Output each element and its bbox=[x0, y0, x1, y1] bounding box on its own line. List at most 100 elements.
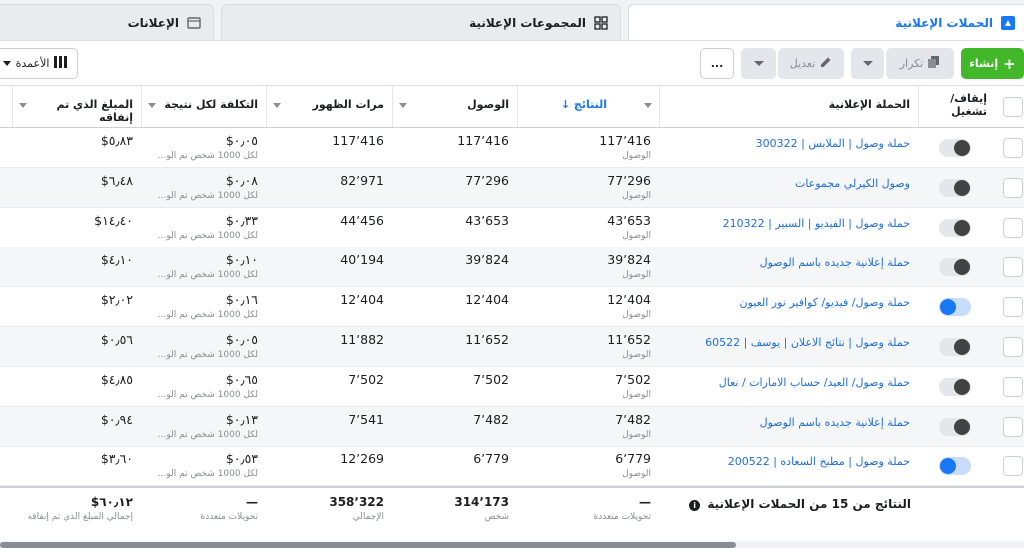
reach-value: 117٬416 bbox=[457, 133, 509, 148]
campaign-name-link[interactable]: حملة وصول | نتائج الاعلان | يوسف | 60522 bbox=[667, 336, 910, 349]
row-checkbox[interactable] bbox=[1003, 257, 1023, 278]
table-row[interactable]: حملة وصول | الملابس | 300322 117٬416 الوصو… bbox=[0, 128, 1024, 168]
table-row[interactable]: وصول الكيرلي مجموعات 77٬296 الوصول 77٬296 82… bbox=[0, 167, 1024, 208]
campaign-toggle[interactable] bbox=[939, 218, 971, 237]
header-campaign[interactable]: الحملة الإعلانية bbox=[659, 86, 918, 127]
campaign-toggle[interactable] bbox=[939, 178, 971, 197]
results-value: 7٬502 bbox=[615, 371, 651, 387]
select-all-checkbox[interactable] bbox=[1003, 97, 1023, 117]
header-cost-per-result[interactable]: التكلفة لكل نتيجة bbox=[141, 86, 266, 127]
tab-campaigns[interactable]: الحملات الإعلانية bbox=[628, 4, 1024, 41]
results-sub: الوصول bbox=[622, 429, 651, 440]
campaign-name-cell: حملة وصول | نتائج الاعلان | يوسف | 60522 bbox=[659, 327, 918, 367]
reach-value: 7٬502 bbox=[473, 371, 509, 387]
campaign-name-cell: حملة إعلانية جديده باسم الوصول bbox=[659, 247, 918, 287]
campaign-name-link[interactable]: حملة وصول/ العيد/ حساب الامارات / نعال bbox=[667, 376, 910, 389]
caret-down-icon bbox=[753, 61, 764, 66]
more-button[interactable]: ... bbox=[700, 48, 734, 79]
campaign-toggle[interactable] bbox=[939, 139, 971, 157]
campaign-name-link[interactable]: حملة وصول/ فيديو/ كوافير نور العيون bbox=[667, 296, 911, 309]
tab-adsets[interactable]: المجموعات الإعلانية bbox=[221, 4, 621, 40]
results-cell: 117٬416 الوصول bbox=[517, 128, 659, 168]
row-checkbox[interactable] bbox=[1003, 337, 1023, 357]
results-cell: 77٬296 الوصول bbox=[517, 168, 659, 208]
reach-dropdown-icon[interactable] bbox=[399, 103, 407, 108]
header-reach[interactable]: الوصول bbox=[392, 86, 517, 127]
create-button[interactable]: + إنشاء bbox=[961, 48, 1024, 79]
campaign-name-link[interactable]: حملة وصول | الفيديو | السبير | 210322 bbox=[667, 217, 910, 230]
horizontal-scrollbar[interactable] bbox=[0, 541, 1024, 548]
campaign-toggle[interactable] bbox=[939, 338, 971, 356]
spent-cell: ٤٫١٠$ bbox=[12, 247, 141, 287]
columns-button[interactable]: الأعمدة bbox=[0, 48, 78, 79]
row-checkbox[interactable] bbox=[1003, 177, 1023, 198]
row-checkbox[interactable] bbox=[1003, 376, 1023, 397]
table-row[interactable]: حملة إعلانية جديده باسم الوصول 39٬824 الوص… bbox=[0, 247, 1024, 288]
duplicate-button[interactable]: تكرار bbox=[886, 48, 954, 79]
header-results-label: النتائج bbox=[573, 98, 607, 111]
impressions-dropdown-icon[interactable] bbox=[273, 103, 281, 108]
toggle-knob bbox=[954, 179, 970, 196]
campaigns-table: إيقاف/تشغيل الحملة الإعلانية النتائج ↓ ا… bbox=[0, 85, 1024, 541]
cost-sub: لكل 1000 شخص تم الو... bbox=[157, 429, 258, 440]
campaign-toggle[interactable] bbox=[939, 457, 971, 476]
edit-dropdown[interactable] bbox=[741, 48, 776, 79]
tab-ads[interactable]: الإعلانات bbox=[0, 4, 214, 40]
row-checkbox[interactable] bbox=[1003, 456, 1023, 477]
duplicate-label: تكرار bbox=[899, 57, 924, 70]
spent-dropdown-icon[interactable] bbox=[19, 103, 27, 108]
results-sub: الوصول bbox=[622, 270, 651, 281]
table-row[interactable]: حملة وصول | مطبخ السعاده | 200522 6٬779 ال… bbox=[0, 446, 1024, 487]
campaign-name-link[interactable]: حملة إعلانية جديده باسم الوصول bbox=[667, 256, 910, 269]
campaign-toggle[interactable] bbox=[939, 298, 971, 317]
table-row[interactable]: حملة وصول/ العيد/ حساب الامارات / نعال 7٬… bbox=[0, 367, 1024, 407]
reach-cell: 12٬404 bbox=[392, 287, 517, 327]
campaign-toggle[interactable] bbox=[939, 417, 971, 436]
campaign-toggle[interactable] bbox=[939, 258, 971, 277]
reach-cell: 43٬653 bbox=[392, 208, 517, 248]
table-row[interactable]: حملة وصول/ فيديو/ كوافير نور العيون 12٬40… bbox=[0, 287, 1024, 328]
header-onoff[interactable]: إيقاف/تشغيل bbox=[918, 86, 995, 127]
results-cell: 7٬482 الوصول bbox=[517, 407, 659, 447]
campaign-name-link[interactable]: حملة وصول | مطبخ السعاده | 200522 bbox=[667, 455, 910, 468]
footer-results-value: — bbox=[639, 495, 651, 509]
toggle-knob bbox=[954, 259, 970, 276]
reach-cell: 39٬824 bbox=[392, 247, 517, 287]
cost-dropdown-icon[interactable] bbox=[148, 103, 156, 108]
header-amount-spent[interactable]: المبلغ الذي تم إنفاقه bbox=[12, 86, 141, 127]
duplicate-dropdown[interactable] bbox=[851, 48, 884, 79]
spent-value: ١٤٫٤٠$ bbox=[94, 212, 133, 228]
footer-cost-sub: تحويلات متعددة bbox=[200, 512, 259, 522]
campaign-name-link[interactable]: وصول الكيرلي مجموعات bbox=[667, 177, 910, 190]
cost-sub: لكل 1000 شخص تم الو... bbox=[157, 310, 258, 321]
cost-cell: ٠٫٠٥$ لكل 1000 شخص تم الو... bbox=[141, 327, 266, 367]
row-checkbox[interactable] bbox=[1003, 138, 1023, 158]
row-checkbox[interactable] bbox=[1003, 297, 1023, 318]
impressions-value: 7٬541 bbox=[348, 411, 384, 427]
spent-value: ٣٫٦٠$ bbox=[100, 451, 133, 467]
campaign-name-link[interactable]: حملة وصول | الملابس | 300322 bbox=[667, 137, 910, 150]
table-row[interactable]: حملة إعلانية جديده باسم الوصول 7٬482 الوصو… bbox=[0, 406, 1024, 447]
reach-value: 7٬482 bbox=[473, 411, 509, 427]
table-row[interactable]: حملة وصول | الفيديو | السبير | 210322 43٬… bbox=[0, 208, 1024, 248]
scrollbar-thumb[interactable] bbox=[0, 542, 736, 548]
header-results[interactable]: النتائج ↓ bbox=[517, 86, 659, 127]
campaign-name-cell: حملة وصول/ فيديو/ كوافير نور العيون bbox=[659, 287, 918, 327]
reach-value: 6٬779 bbox=[473, 451, 509, 467]
spent-value: ٠٫٩٤$ bbox=[100, 411, 133, 427]
table-row[interactable]: حملة وصول | نتائج الاعلان | يوسف | 60522… bbox=[0, 327, 1024, 367]
campaign-name-cell: حملة إعلانية جديده باسم الوصول bbox=[659, 407, 918, 447]
campaign-name-link[interactable]: حملة إعلانية جديده باسم الوصول bbox=[667, 416, 910, 429]
campaign-toggle[interactable] bbox=[939, 377, 971, 396]
caret-down-icon bbox=[2, 61, 11, 66]
copy-icon bbox=[928, 56, 940, 71]
spent-cell: ٢٫٠٢$ bbox=[12, 287, 141, 327]
edit-button[interactable]: تعديل bbox=[778, 48, 844, 79]
results-dropdown-icon[interactable] bbox=[644, 103, 652, 108]
cost-cell: ٠٫٦٥$ لكل 1000 شخص تم الو... bbox=[141, 367, 266, 407]
reach-value: 11٬652 bbox=[465, 332, 509, 347]
row-checkbox[interactable] bbox=[1003, 416, 1023, 437]
row-checkbox[interactable] bbox=[1003, 217, 1023, 238]
impressions-cell: 11٬882 bbox=[266, 327, 392, 367]
header-impressions[interactable]: مرات الظهور bbox=[266, 86, 392, 127]
